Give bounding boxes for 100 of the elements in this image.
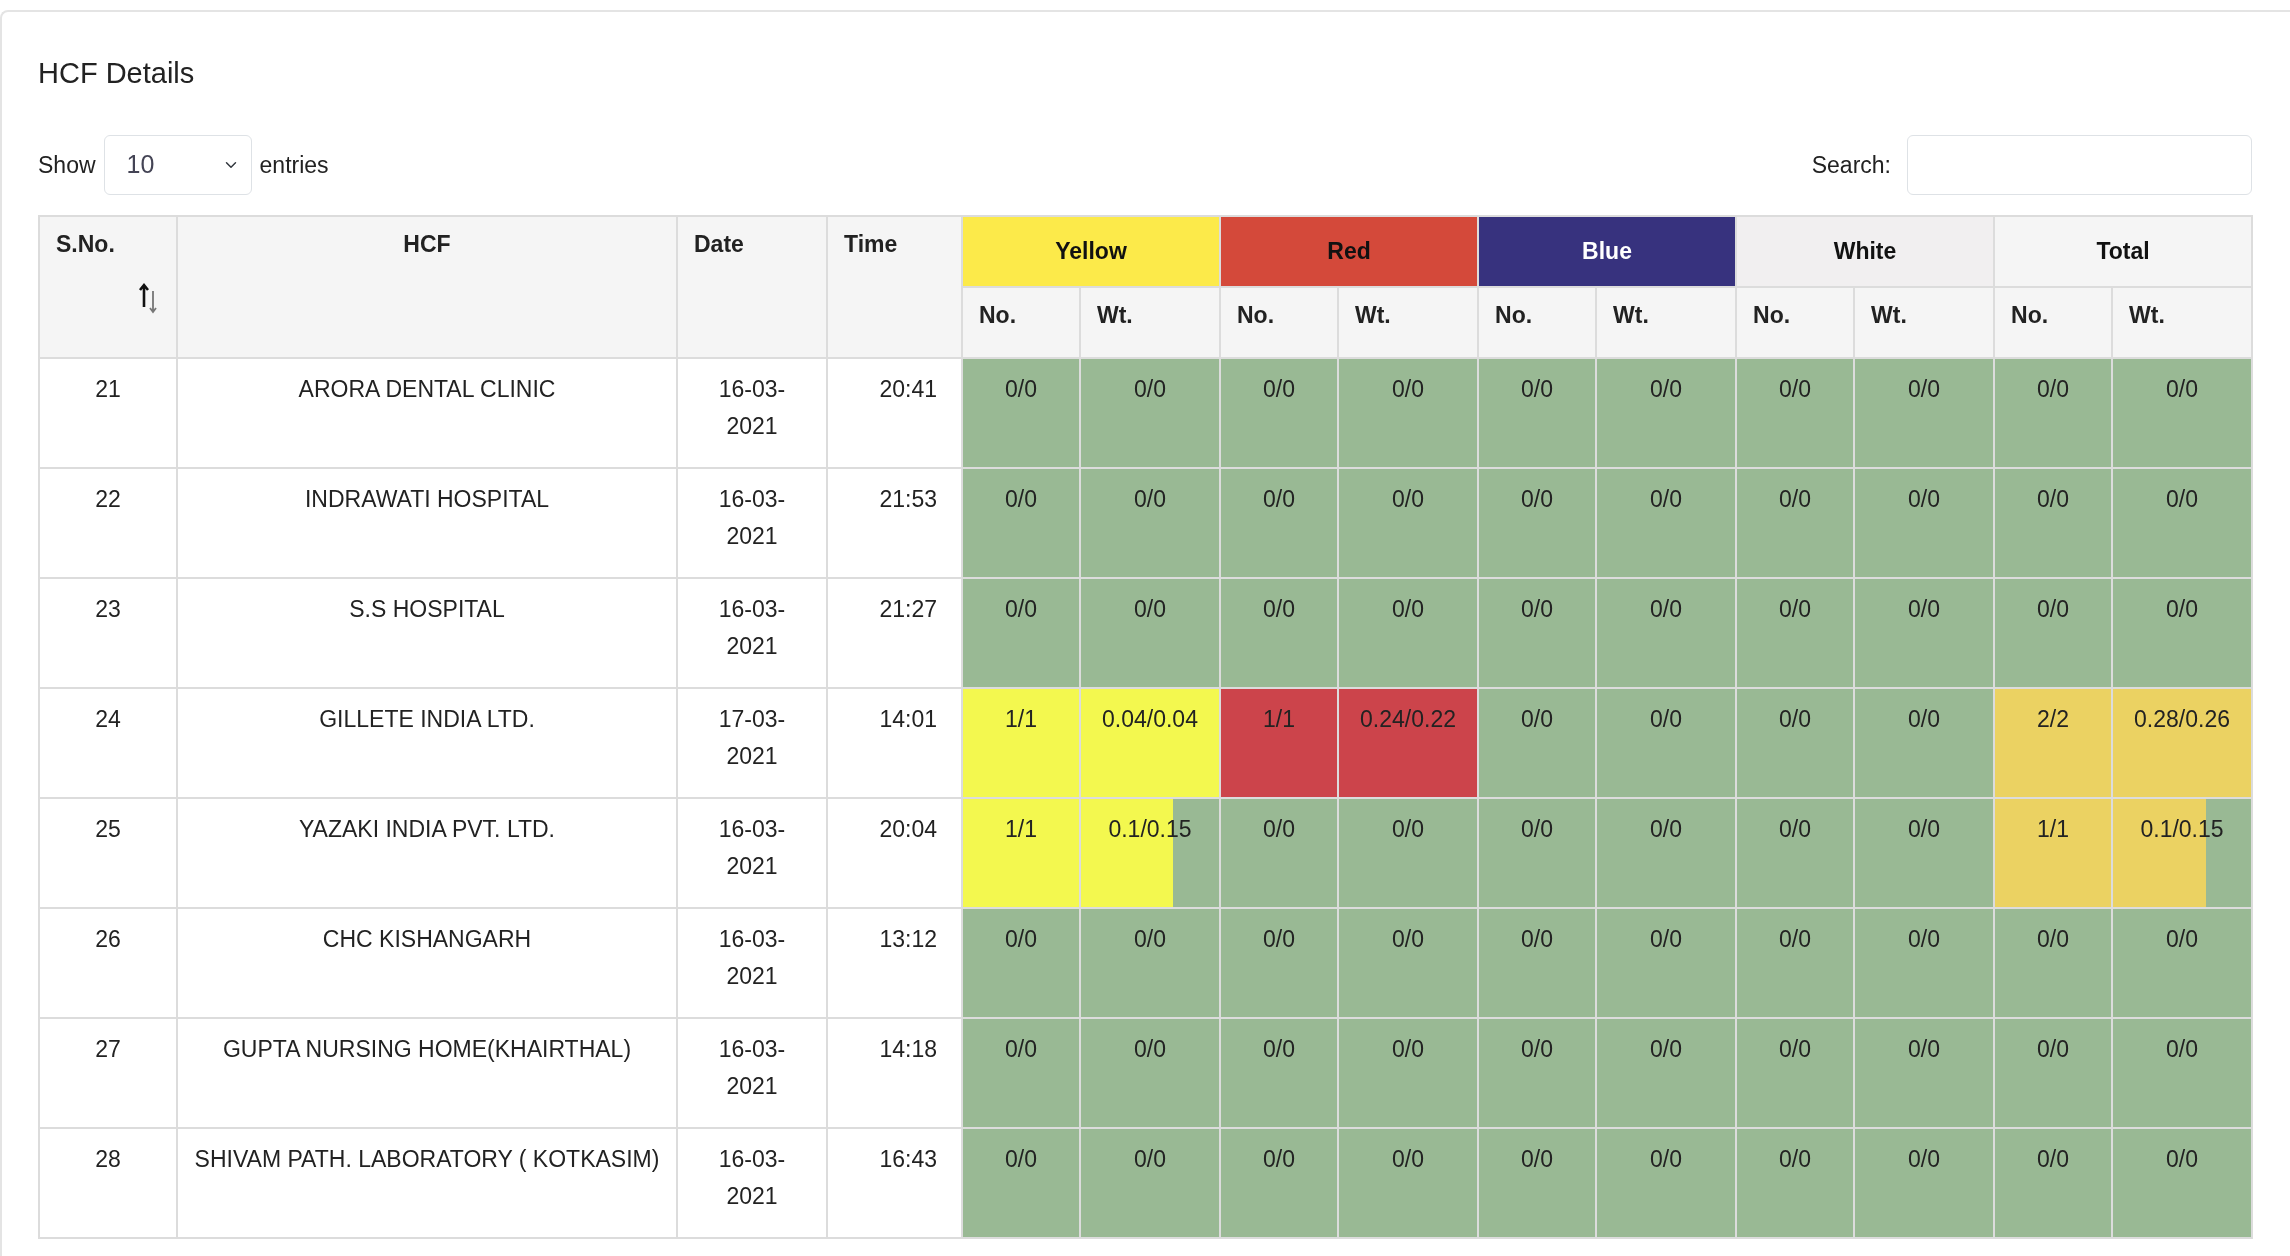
table-cell: 0/0 <box>1596 467 1736 578</box>
table-cell: 0/0 <box>1338 1127 1478 1238</box>
table-cell: 0/0 <box>1736 1017 1854 1128</box>
entries-select[interactable]: 10 <box>103 134 252 195</box>
table-cell: 0/0 <box>1338 577 1478 688</box>
table-cell: 27 <box>39 1017 177 1128</box>
column-header[interactable]: Wt. <box>1338 286 1478 358</box>
table-cell: 1/1 <box>1994 797 2113 908</box>
table-cell: 0.04/0.04 <box>1080 687 1220 798</box>
column-header[interactable]: Time <box>827 215 962 358</box>
table-cell: GILLETE INDIA LTD. <box>177 687 677 798</box>
column-header[interactable]: Wt. <box>1596 286 1736 358</box>
table-cell: 0/0 <box>1220 1017 1338 1128</box>
card-title: HCF Details <box>38 56 196 91</box>
table-cell: CHC KISHANGARH <box>177 907 677 1018</box>
column-header[interactable]: Wt. <box>2112 286 2253 358</box>
table-cell: 0/0 <box>1854 1017 1995 1128</box>
search-field[interactable] <box>1907 134 2252 195</box>
column-header[interactable]: HCF <box>177 215 677 358</box>
table-cell: 0/0 <box>1220 797 1338 908</box>
table-cell: 0/0 <box>1220 357 1338 468</box>
table-cell: ARORA DENTAL CLINIC <box>177 357 677 468</box>
table-cell: 0/0 <box>962 357 1080 468</box>
table-cell: 1/1 <box>962 797 1080 908</box>
table-cell: 0/0 <box>1080 577 1220 688</box>
table-cell: 0/0 <box>1854 357 1995 468</box>
table-cell: 0.28/0.26 <box>2112 687 2253 798</box>
table-cell: 0/0 <box>1736 797 1854 908</box>
group-header: Red <box>1220 215 1478 287</box>
table-cell: 0/0 <box>1478 687 1596 798</box>
table-cell: 0/0 <box>1994 357 2113 468</box>
table-cell: 0/0 <box>1596 1127 1736 1238</box>
table-cell: 17-03-2021 <box>677 687 827 798</box>
table-cell: 0/0 <box>2112 907 2253 1018</box>
table-cell: 1/1 <box>1220 687 1338 798</box>
table-cell: 0/0 <box>1736 577 1854 688</box>
table-cell: 0/0 <box>1478 467 1596 578</box>
table-cell: 0/0 <box>1596 687 1736 798</box>
table-cell: 25 <box>39 797 177 908</box>
table-cell: 1/1 <box>962 687 1080 798</box>
table-cell: 0/0 <box>1080 467 1220 578</box>
column-header[interactable]: Date <box>677 215 827 358</box>
table-cell: 0/0 <box>1478 1017 1596 1128</box>
sort-icon[interactable] <box>138 281 160 316</box>
table-cell: 28 <box>39 1127 177 1238</box>
column-header[interactable]: No. <box>1736 286 1854 358</box>
table-cell: 16-03-2021 <box>677 577 827 688</box>
table-cell: 0/0 <box>2112 467 2253 578</box>
group-header: Yellow <box>962 215 1220 287</box>
table-cell: 16-03-2021 <box>677 467 827 578</box>
table-cell: SHIVAM PATH. LABORATORY ( KOTKASIM) <box>177 1127 677 1238</box>
show-label: Show <box>38 150 96 180</box>
table-cell: 0/0 <box>1854 577 1995 688</box>
column-header[interactable]: No. <box>1478 286 1596 358</box>
table-cell: 0/0 <box>1080 1017 1220 1128</box>
table-cell: 16-03-2021 <box>677 1017 827 1128</box>
table-cell: 0/0 <box>1854 1127 1995 1238</box>
table-cell: 0/0 <box>1596 1017 1736 1128</box>
table-cell: 0/0 <box>1080 907 1220 1018</box>
table-cell: 0/0 <box>962 577 1080 688</box>
table-cell: 0/0 <box>1478 907 1596 1018</box>
table-cell: 0/0 <box>2112 577 2253 688</box>
table-cell: 0/0 <box>1478 357 1596 468</box>
table-cell: 16-03-2021 <box>677 797 827 908</box>
column-header[interactable]: Wt. <box>1080 286 1220 358</box>
table-cell: 0/0 <box>1994 1017 2113 1128</box>
table-cell: 16-03-2021 <box>677 357 827 468</box>
table-cell: 26 <box>39 907 177 1018</box>
table-cell: 0.24/0.22 <box>1338 687 1478 798</box>
table-cell: 0/0 <box>1736 687 1854 798</box>
table-cell: INDRAWATI HOSPITAL <box>177 467 677 578</box>
column-header[interactable]: No. <box>962 286 1080 358</box>
column-header[interactable]: No. <box>1994 286 2113 358</box>
column-header[interactable]: Wt. <box>1854 286 1995 358</box>
table-cell: GUPTA NURSING HOME(KHAIRTHAL) <box>177 1017 677 1128</box>
table-cell: 0/0 <box>2112 357 2253 468</box>
table-cell: 24 <box>39 687 177 798</box>
table-cell: 0/0 <box>1994 467 2113 578</box>
table-cell: 0.1/0.15 <box>2140 815 2224 842</box>
table-cell: 0/0 <box>1596 797 1736 908</box>
table-cell: YAZAKI INDIA PVT. LTD. <box>177 797 677 908</box>
table-cell: 0/0 <box>1596 357 1736 468</box>
table-cell: 0/0 <box>1994 577 2113 688</box>
table-cell: 23 <box>39 577 177 688</box>
table-cell: 0.1/0.15 <box>1108 815 1192 842</box>
entries-label: entries <box>259 150 329 180</box>
group-header: White <box>1736 215 1995 287</box>
column-header[interactable]: No. <box>1220 286 1338 358</box>
table-cell: 0/0 <box>962 1017 1080 1128</box>
table-cell: 2/2 <box>1994 687 2113 798</box>
table-cell: 0/0 <box>1854 797 1995 908</box>
table-cell: 0/0 <box>1478 1127 1596 1238</box>
table-cell: 0/0 <box>1080 1127 1220 1238</box>
group-header: Blue <box>1478 215 1736 287</box>
table-cell: 0/0 <box>2112 1127 2253 1238</box>
table-cell: 21 <box>39 357 177 468</box>
table-cell: 0/0 <box>962 467 1080 578</box>
table-cell: 0/0 <box>1338 907 1478 1018</box>
table-cell: 0/0 <box>1220 577 1338 688</box>
table-cell: 0/0 <box>1736 1127 1854 1238</box>
